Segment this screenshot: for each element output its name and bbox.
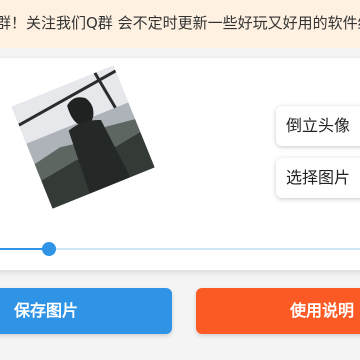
rotation-slider[interactable] — [0, 238, 360, 260]
notice-banner: 群！关注我们Q群 会不定时更新一些好玩又好用的软件给大家 — [0, 0, 360, 48]
avatar-image — [11, 65, 155, 209]
rotate-avatar-button[interactable]: 倒立头像 — [276, 106, 360, 146]
avatar-preview — [11, 65, 155, 209]
usage-instructions-button[interactable]: 使用说明 — [196, 288, 360, 334]
choose-image-button[interactable]: 选择图片 — [276, 158, 360, 198]
save-image-button[interactable]: 保存图片 — [0, 288, 172, 334]
slider-thumb[interactable] — [42, 242, 56, 256]
notice-text: 群！关注我们Q群 会不定时更新一些好玩又好用的软件给大家 — [0, 14, 360, 32]
avatar-photo-graphic — [11, 65, 155, 209]
